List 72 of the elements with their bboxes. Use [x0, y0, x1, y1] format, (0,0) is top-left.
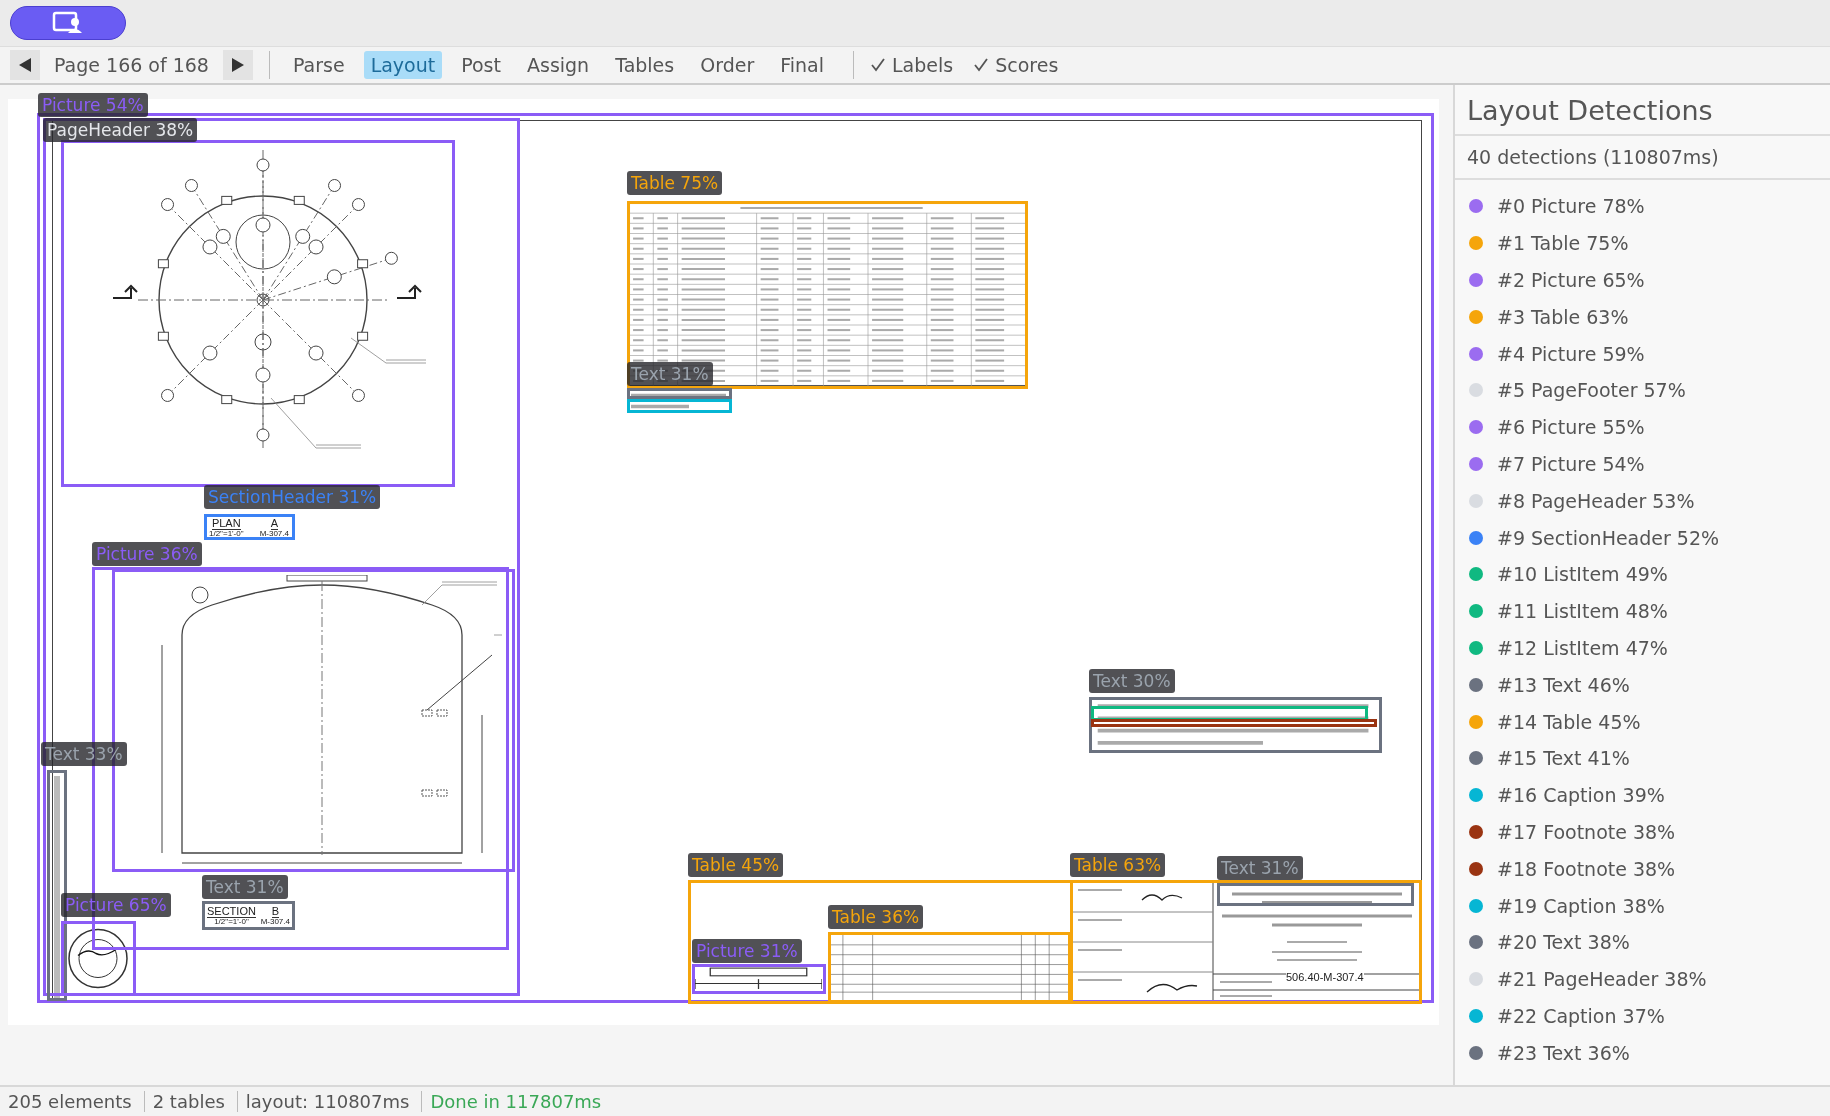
stage-tab[interactable]: Post — [454, 51, 508, 79]
view-scale: 1/2"=1'-0" — [209, 529, 244, 538]
toggle-checkbox[interactable]: Labels — [870, 54, 954, 76]
detection-label: Text 33% — [41, 742, 127, 766]
detection-item[interactable]: #5 PageFooter 57% — [1497, 379, 1686, 402]
detection-item[interactable]: #23 Text 36% — [1497, 1041, 1630, 1064]
detection-label: Table 36% — [828, 905, 924, 929]
stage-tab[interactable]: Layout — [363, 51, 443, 79]
view-title: PLAN — [211, 517, 241, 530]
detection-item[interactable]: #8 PageHeader 53% — [1497, 489, 1695, 512]
view-title: SECTION — [207, 905, 256, 918]
detection-item[interactable]: #0 Picture 78% — [1497, 195, 1645, 218]
drawing-number: 506.40-M-307.4 — [1286, 971, 1364, 983]
check-icon — [870, 57, 886, 73]
detection-item[interactable]: #18 Footnote 38% — [1497, 857, 1676, 880]
view-key: B — [271, 905, 279, 918]
stage-tab[interactable]: Tables — [608, 51, 682, 79]
status-text: Done in 117807ms — [429, 1091, 603, 1112]
detection-label: Picture 31% — [692, 939, 802, 963]
stage-tab[interactable]: Parse — [285, 51, 352, 79]
next-page-button[interactable] — [222, 50, 253, 80]
detection-label: Table 75% — [627, 171, 723, 195]
sheet-reference: M-307.4 — [259, 529, 289, 538]
right-triangle-icon — [231, 58, 244, 72]
detection-item[interactable]: #20 Text 38% — [1497, 931, 1630, 954]
stage-tab[interactable]: Final — [773, 51, 831, 79]
page-indicator: Page 166 of 168 — [53, 54, 210, 76]
detection-item[interactable]: #22 Caption 37% — [1497, 1004, 1665, 1027]
status-text: 2 tables — [144, 1091, 238, 1112]
detection-label: Picture 36% — [92, 542, 202, 566]
previous-page-button[interactable] — [10, 50, 40, 80]
status-text: layout: 110807ms — [237, 1091, 423, 1112]
detection-label: PageHeader 38% — [43, 118, 198, 142]
detection-item[interactable]: #6 Picture 55% — [1497, 416, 1645, 439]
left-triangle-icon — [19, 58, 31, 72]
detection-item[interactable]: #11 ListItem 48% — [1497, 600, 1668, 623]
presenter-button[interactable] — [10, 6, 126, 40]
presenter-icon — [52, 11, 84, 35]
toggle-checkbox[interactable]: Scores — [973, 54, 1059, 76]
stage-tab[interactable]: Assign — [520, 51, 597, 79]
detection-label: Table 63% — [1070, 853, 1166, 877]
detection-item[interactable]: #14 Table 45% — [1497, 710, 1641, 733]
detection-item[interactable]: #7 Picture 54% — [1497, 452, 1645, 475]
detection-item[interactable]: #17 Footnote 38% — [1497, 820, 1676, 843]
detection-label: Text 31% — [1217, 856, 1303, 880]
detection-item[interactable]: #1 Table 75% — [1497, 232, 1629, 255]
view-key: A — [270, 517, 278, 530]
detection-label: Picture 65% — [61, 893, 171, 917]
detection-item[interactable]: #10 ListItem 49% — [1497, 563, 1668, 586]
detection-item[interactable]: #21 PageHeader 38% — [1497, 968, 1707, 991]
view-scale: 1/2"=1'-0" — [214, 917, 249, 926]
detection-summary: 40 detections (110807ms) — [1455, 134, 1830, 180]
detection-item[interactable]: #4 Picture 59% — [1497, 342, 1645, 365]
detection-item[interactable]: #2 Picture 65% — [1497, 269, 1645, 291]
detection-item[interactable]: #13 Text 46% — [1497, 673, 1630, 696]
detection-label: Text 30% — [1089, 669, 1175, 693]
detection-item[interactable]: #9 SectionHeader 52% — [1497, 526, 1720, 549]
detection-label: Table 45% — [688, 853, 784, 877]
detection-label: Text 31% — [627, 362, 713, 386]
detection-item[interactable]: #19 Caption 38% — [1497, 894, 1665, 917]
detection-item[interactable]: #15 Text 41% — [1497, 747, 1630, 770]
detection-item[interactable]: #12 ListItem 47% — [1497, 636, 1668, 659]
detection-item[interactable]: #16 Caption 39% — [1497, 784, 1665, 807]
detection-item[interactable]: #3 Table 63% — [1497, 305, 1629, 328]
status-text: 205 elements — [0, 1091, 145, 1112]
check-icon — [973, 57, 990, 73]
sheet-reference: M-307.4 — [260, 917, 290, 926]
stage-tab[interactable]: Order — [693, 51, 762, 79]
detection-label: Picture 54% — [38, 93, 148, 117]
panel-title: Layout Detections — [1466, 94, 1714, 128]
detection-label: Text 31% — [202, 875, 288, 899]
detection-label: SectionHeader 31% — [204, 485, 381, 509]
